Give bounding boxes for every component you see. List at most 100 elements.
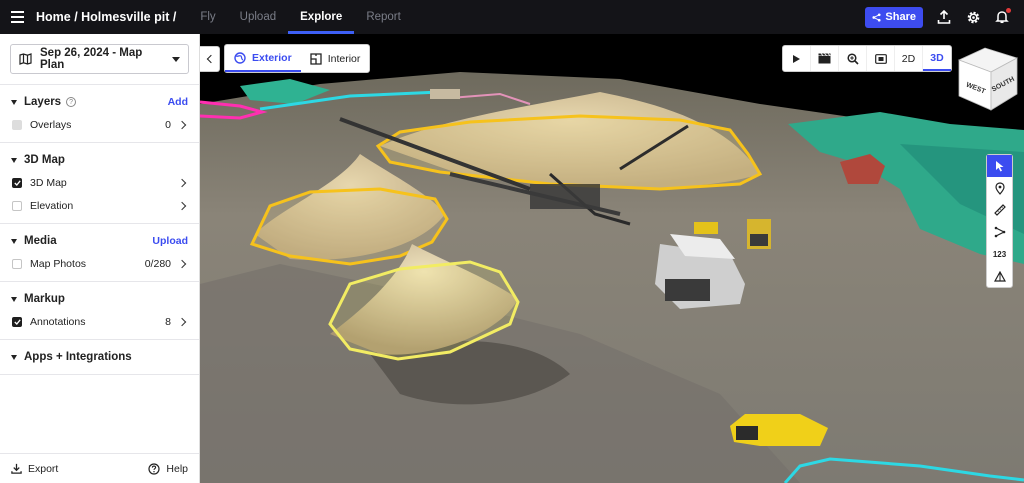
view-mode-toggle: Exterior Interior (224, 44, 371, 73)
layer-row-overlays[interactable]: Overlays 0 (0, 113, 199, 136)
collapse-caret-icon (11, 354, 17, 360)
row-count: 8 (165, 315, 171, 328)
section-apps-header[interactable]: Apps + Integrations (0, 346, 199, 368)
breadcrumb[interactable]: Home / Holmesville pit / (36, 10, 176, 24)
map-photos-checkbox[interactable] (12, 258, 22, 269)
tab-explore[interactable]: Explore (288, 0, 355, 34)
elevation-checkbox[interactable] (12, 200, 22, 211)
chevron-right-icon[interactable] (177, 317, 187, 326)
location-pin-icon (994, 181, 1005, 195)
row-label: Annotations (30, 315, 86, 328)
clapperboard-icon (818, 53, 831, 64)
nav-tabs: Fly Upload Explore Report (188, 0, 413, 34)
export-button[interactable]: Export (11, 463, 58, 475)
sidebar: Sep 26, 2024 - Map Plan Layers ? Add Ove… (0, 34, 200, 483)
share-label: Share (885, 11, 916, 23)
volume-tool-button[interactable] (987, 265, 1012, 287)
help-icon[interactable]: ? (66, 97, 77, 107)
notifications-bell-icon[interactable] (994, 8, 1011, 25)
tab-exterior[interactable]: Exterior (225, 45, 301, 72)
section-layers-header[interactable]: Layers ? Add (0, 91, 199, 113)
section-3d-map: 3D Map 3D Map Elevation (0, 143, 199, 224)
section-media-header[interactable]: Media Upload (0, 230, 199, 252)
view-3d-button[interactable]: 3D (923, 46, 951, 71)
measure-tool-button[interactable] (987, 199, 1012, 221)
layer-row-3d-map[interactable]: 3D Map (0, 171, 199, 194)
share-icon (872, 12, 881, 22)
sidebar-footer: Export Help (0, 453, 199, 483)
zoom-in-icon (846, 52, 859, 65)
ruler-icon (993, 204, 1006, 216)
notification-badge (1006, 8, 1011, 13)
crusher-plant (530, 184, 600, 209)
help-button[interactable]: Help (148, 463, 188, 475)
row-label: 3D Map (30, 176, 67, 189)
section-title: 3D Map (24, 154, 65, 166)
play-button[interactable] (783, 46, 811, 71)
polyline-tool-button[interactable] (987, 221, 1012, 243)
globe-icon (234, 51, 246, 64)
volume-cone-icon (993, 270, 1006, 282)
zoom-button[interactable] (839, 46, 867, 71)
3d-map-scene[interactable] (200, 34, 1024, 483)
overlays-checkbox[interactable] (12, 119, 22, 130)
section-markup: Markup Annotations 8 (0, 282, 199, 340)
row-count: 0/280 (144, 257, 171, 270)
upload-media-link[interactable]: Upload (152, 235, 188, 247)
chevron-right-icon[interactable] (177, 120, 187, 129)
collapse-caret-icon (11, 238, 17, 244)
top-bar: Home / Holmesville pit / Fly Upload Expl… (0, 0, 1024, 34)
tab-upload[interactable]: Upload (228, 0, 288, 34)
tab-fly[interactable]: Fly (188, 0, 227, 34)
collapse-sidebar-button[interactable] (200, 46, 220, 72)
settings-gear-icon[interactable] (965, 9, 981, 25)
map-icon (19, 53, 32, 65)
annotations-checkbox[interactable] (12, 316, 22, 327)
chevron-right-icon[interactable] (177, 259, 187, 268)
yellow-machine-1 (694, 222, 718, 234)
share-button[interactable]: Share (865, 6, 923, 28)
section-3d-map-header[interactable]: 3D Map (0, 149, 199, 171)
section-media: Media Upload Map Photos 0/280 (0, 224, 199, 282)
download-icon (11, 463, 22, 474)
view-toolbar: 2D 3D (782, 45, 952, 72)
section-title: Media (24, 235, 57, 247)
tab-report[interactable]: Report (354, 0, 413, 34)
yellow-truck-cab (736, 426, 758, 440)
layer-row-map-photos[interactable]: Map Photos 0/280 (0, 252, 199, 275)
fit-view-button[interactable] (867, 46, 895, 71)
pin-tool-button[interactable] (987, 177, 1012, 199)
fit-view-icon (874, 53, 887, 64)
cursor-arrow-icon (995, 161, 1003, 172)
debris-top (430, 89, 460, 99)
section-apps-integrations: Apps + Integrations (0, 340, 199, 375)
section-title: Markup (24, 293, 65, 305)
date-select-value: Sep 26, 2024 - Map Plan (40, 47, 143, 71)
3d-map-checkbox[interactable] (12, 177, 22, 188)
chevron-right-icon[interactable] (177, 178, 187, 187)
flythrough-button[interactable] (811, 46, 839, 71)
section-layers: Layers ? Add Overlays 0 (0, 84, 199, 143)
breadcrumb-text[interactable]: Home / Holmesville pit / (36, 10, 176, 24)
select-tool-button[interactable] (987, 155, 1012, 177)
top-actions: Share (865, 0, 1011, 34)
tab-interior[interactable]: Interior (301, 45, 370, 72)
add-layer-link[interactable]: Add (168, 96, 188, 108)
map-viewport[interactable]: Exterior Interior 2D 3D WEST SOUTH 123 (200, 34, 1024, 483)
chevron-right-icon[interactable] (177, 201, 187, 210)
section-title: Apps + Integrations (24, 351, 132, 363)
trailer-dark (665, 279, 710, 301)
collapse-caret-icon (11, 296, 17, 302)
map-date-select[interactable]: Sep 26, 2024 - Map Plan (10, 44, 189, 74)
orientation-cube[interactable]: WEST SOUTH (955, 44, 1021, 114)
row-count: 0 (165, 118, 171, 131)
view-2d-button[interactable]: 2D (895, 46, 923, 71)
export-label: Export (28, 462, 59, 475)
layer-row-elevation[interactable]: Elevation (0, 194, 199, 217)
layer-row-annotations[interactable]: Annotations 8 (0, 310, 199, 333)
count-tool-button[interactable]: 123 (987, 243, 1012, 265)
section-markup-header[interactable]: Markup (0, 288, 199, 310)
upload-icon[interactable] (936, 9, 952, 25)
menu-icon[interactable] (0, 0, 34, 34)
